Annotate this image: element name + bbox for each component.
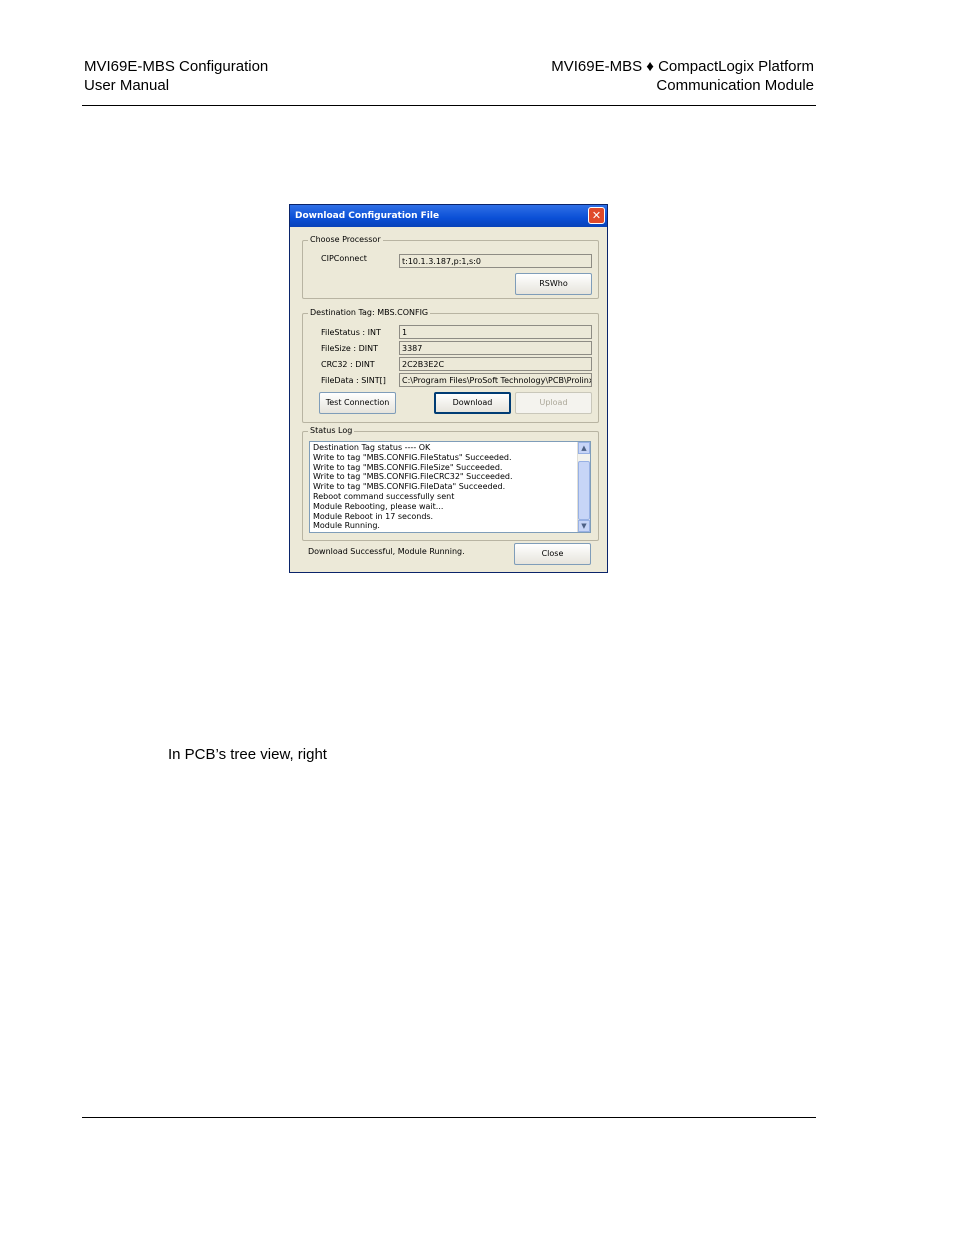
dialog-title: Download Configuration File: [295, 211, 440, 221]
status-log-label: Status Log: [308, 426, 355, 435]
filesize-label: FileSize : DINT: [321, 344, 378, 353]
close-button[interactable]: Close: [514, 543, 591, 565]
status-message: Download Successful, Module Running.: [308, 547, 465, 556]
download-configuration-dialog: Download Configuration File ✕ Choose Pro…: [289, 204, 608, 573]
filesize-field[interactable]: 3387: [399, 341, 592, 355]
page-header-left: MVI69E-MBS Configuration User Manual: [84, 57, 268, 95]
log-line: Write to tag "MBS.CONFIG.FileData" Succe…: [313, 482, 506, 492]
header-product-line: MVI69E-MBS ♦ CompactLogix Platform: [551, 58, 814, 75]
rswho-button[interactable]: RSWho: [515, 273, 592, 295]
scroll-thumb[interactable]: [578, 461, 590, 520]
filedata-path-field[interactable]: C:\Program Files\ProSoft Technology\PCB\…: [399, 373, 592, 387]
destination-tag-label: Destination Tag: MBS.CONFIG: [308, 308, 431, 317]
page-header-right: MVI69E-MBS ♦ CompactLogix Platform Commu…: [551, 57, 814, 95]
log-line: Module Running.: [313, 521, 380, 531]
choose-processor-group: Choose Processor CIPConnect t:10.1.3.187…: [302, 235, 599, 299]
footer-divider: [82, 1117, 816, 1118]
log-line: Write to tag "MBS.CONFIG.FileCRC32" Succ…: [313, 472, 513, 482]
log-line: Write to tag "MBS.CONFIG.FileStatus" Suc…: [313, 452, 512, 462]
dialog-titlebar[interactable]: Download Configuration File ✕: [290, 205, 607, 227]
filedata-label: FileData : SINT[]: [321, 376, 386, 385]
log-line: Write to tag "MBS.CONFIG.FileSize" Succe…: [313, 462, 503, 472]
header-manual-title: MVI69E-MBS Configuration: [84, 58, 269, 75]
choose-processor-label: Choose Processor: [308, 235, 383, 244]
status-log-group: Status Log Destination Tag status ---- O…: [302, 426, 599, 541]
header-divider: [82, 105, 816, 106]
download-button[interactable]: Download: [434, 392, 511, 414]
upload-button: Upload: [515, 392, 592, 414]
log-line: Module Rebooting, please wait...: [313, 501, 444, 511]
status-log-listbox[interactable]: Destination Tag status ---- OK Write to …: [309, 441, 591, 533]
filestatus-field[interactable]: 1: [399, 325, 592, 339]
scroll-down-arrow-icon[interactable]: ▼: [578, 520, 590, 532]
cipconnect-label: CIPConnect: [321, 254, 367, 263]
cipconnect-path-field[interactable]: t:10.1.3.187,p:1,s:0: [399, 254, 592, 268]
status-log-scrollbar[interactable]: ▲ ▼: [577, 442, 590, 532]
log-line: Destination Tag status ---- OK: [313, 443, 431, 452]
log-line: Module Reboot in 17 seconds.: [313, 511, 434, 521]
header-manual-type: User Manual: [84, 77, 170, 94]
scroll-up-arrow-icon[interactable]: ▲: [578, 442, 590, 454]
crc32-label: CRC32 : DINT: [321, 360, 375, 369]
test-connection-button[interactable]: Test Connection: [319, 392, 396, 414]
header-module-type: Communication Module: [656, 77, 814, 94]
destination-tag-group: Destination Tag: MBS.CONFIG FileStatus :…: [302, 308, 599, 423]
crc32-field[interactable]: 2C2B3E2C: [399, 357, 592, 371]
filestatus-label: FileStatus : INT: [321, 328, 381, 337]
status-log-lines: Destination Tag status ---- OK Write to …: [313, 443, 576, 531]
body-paragraph: In PCB’s tree view, right: [168, 746, 327, 763]
close-icon[interactable]: ✕: [588, 207, 605, 224]
log-line: Reboot command successfully sent: [313, 491, 455, 501]
